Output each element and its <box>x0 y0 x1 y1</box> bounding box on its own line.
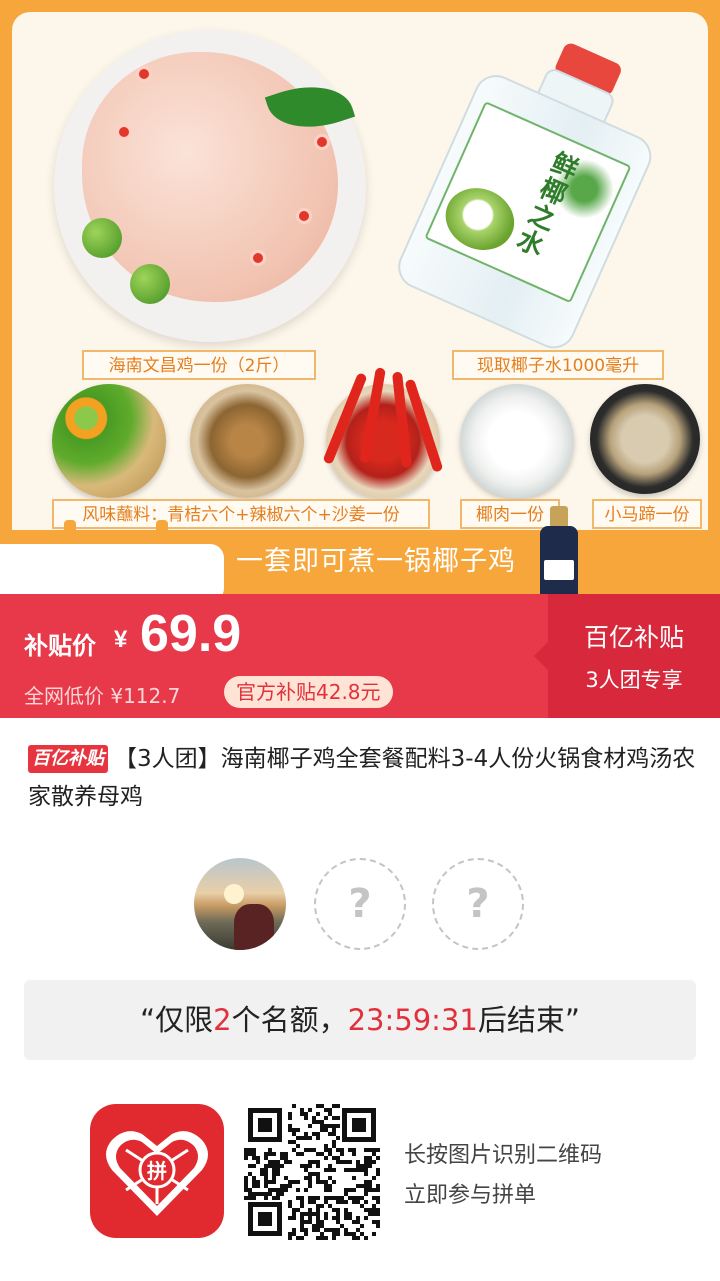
sand-ginger-bowl-image <box>190 384 304 498</box>
hero-card: 鲜椰之水 海南文昌鸡一份（2斤） 现取椰子水1000毫升 风味蘸料：青桔六个+辣… <box>12 12 708 594</box>
countdown-middle: 个名额， <box>231 1003 348 1037</box>
remaining-slots: 2 <box>213 1003 232 1037</box>
footer-line-scan: 长按图片识别二维码 <box>404 1143 603 1168</box>
lime-image <box>82 218 122 258</box>
water-chestnut-bowl-image <box>590 384 700 494</box>
group-leader-avatar[interactable] <box>194 858 286 950</box>
lime-image <box>130 264 170 304</box>
pinduoduo-logo-icon: 拼 <box>90 1104 224 1238</box>
chili-peppers-image <box>322 364 444 484</box>
product-hero-image[interactable]: 鲜椰之水 海南文昌鸡一份（2斤） 现取椰子水1000毫升 风味蘸料：青桔六个+辣… <box>0 0 720 594</box>
product-title: 百亿补贴 【3人团】海南椰子鸡全套餐配料3-4人份火锅食材鸡汤农家散养母鸡 <box>28 740 698 816</box>
promo-section: 百亿补贴 3人团专享 <box>548 594 720 718</box>
slogan-text: 一套即可煮一锅椰子鸡 <box>236 546 516 577</box>
caption-sauce: 风味蘸料：青桔六个+辣椒六个+沙姜一份 <box>52 499 430 529</box>
subsidy-price-label: 补贴价 <box>24 632 96 660</box>
promo-subtitle: 3人团专享 <box>585 668 683 692</box>
qr-code-icon[interactable] <box>244 1104 380 1240</box>
product-title-text: 【3人团】海南椰子鸡全套餐配料3-4人份火锅食材鸡汤农家散养母鸡 <box>28 746 696 810</box>
chili-slice-image <box>314 134 330 150</box>
coconut-meat-bowl-image <box>460 384 574 498</box>
countdown-suffix: 后结束” <box>477 1003 580 1037</box>
app-logo-char: 拼 <box>147 1159 167 1183</box>
countdown-prefix: “仅限 <box>140 1003 214 1037</box>
price-value: 69.9 <box>140 605 242 663</box>
billion-subsidy-badge: 百亿补贴 <box>28 745 108 773</box>
caption-coconut-water: 现取椰子水1000毫升 <box>452 350 664 380</box>
currency-symbol: ¥ <box>114 626 128 653</box>
empty-member-slot[interactable]: ? <box>432 858 524 950</box>
caption-chicken: 海南文昌鸡一份（2斤） <box>82 350 316 380</box>
caption-water-chestnut: 小马蹄一份 <box>592 499 702 529</box>
soy-sauce-bottle-image <box>538 506 580 596</box>
original-price: 全网低价 ¥112.7 <box>24 684 181 708</box>
price-bar: 补贴价 ¥ 69.9 全网低价 ¥112.7 官方补贴42.8元 百亿补贴 3人… <box>0 594 720 718</box>
empty-member-slot[interactable]: ? <box>314 858 406 950</box>
limes-bowl-image <box>52 384 166 498</box>
price-section: 补贴价 ¥ 69.9 全网低价 ¥112.7 官方补贴42.8元 <box>0 594 548 718</box>
footer-line-join: 立即参与拼单 <box>404 1183 537 1208</box>
subsidy-amount-badge: 官方补贴42.8元 <box>224 676 393 708</box>
chili-slice-image <box>296 208 312 224</box>
countdown-banner: “仅限2个名额，23:59:31后结束” <box>24 980 696 1060</box>
chili-slice-image <box>136 66 152 82</box>
footer-instructions: 长按图片识别二维码 立即参与拼单 <box>404 1136 602 1216</box>
countdown-timer: 23:59:31 <box>347 1003 478 1037</box>
promo-notch <box>534 642 548 670</box>
coconut-water-bottle-image: 鲜椰之水 <box>355 15 710 371</box>
chili-slice-image <box>116 124 132 140</box>
promo-title: 百亿补贴 <box>583 623 684 652</box>
chili-slice-image <box>250 250 266 266</box>
